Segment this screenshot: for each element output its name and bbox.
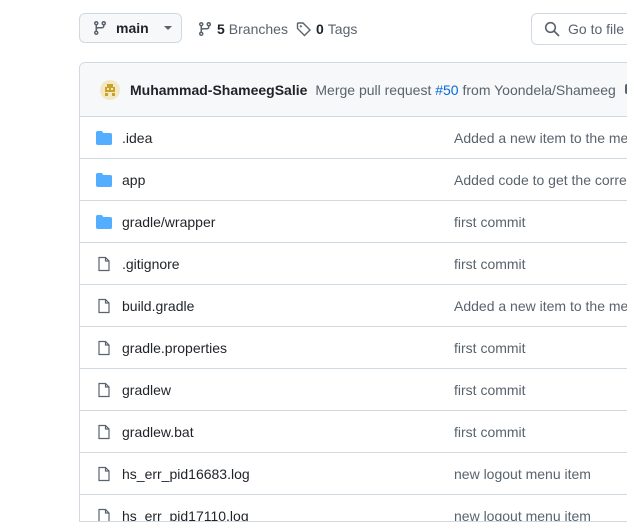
file-row[interactable]: build.gradle Added a new item to the me: [80, 285, 627, 327]
commit-message-link[interactable]: first commit: [454, 214, 526, 230]
file-row[interactable]: hs_err_pid17110.log new logout menu item: [80, 495, 627, 522]
commit-message-link[interactable]: first commit: [454, 424, 526, 440]
go-to-file-input[interactable]: Go to file: [531, 13, 627, 45]
file-name-link[interactable]: gradle.properties: [122, 340, 227, 356]
file-row[interactable]: hs_err_pid16683.log new logout menu item: [80, 453, 627, 495]
commit-message-link[interactable]: new logout menu item: [454, 466, 591, 482]
file-name-link[interactable]: app: [122, 172, 145, 188]
file-row[interactable]: .idea Added a new item to the me: [80, 117, 627, 159]
file-name-link[interactable]: .gitignore: [122, 256, 180, 272]
file-row[interactable]: gradle/wrapper first commit: [80, 201, 627, 243]
folder-icon: [96, 130, 112, 146]
file-row[interactable]: app Added code to get the corre: [80, 159, 627, 201]
file-name-link[interactable]: .idea: [122, 130, 152, 146]
branch-selector-button[interactable]: main: [79, 13, 182, 43]
search-icon: [544, 21, 560, 37]
commit-message[interactable]: Merge pull request #50 from Yoondela/Sha…: [315, 82, 615, 98]
file-icon: [96, 340, 112, 356]
file-name-link[interactable]: hs_err_pid16683.log: [122, 466, 250, 482]
file-row[interactable]: .gitignore first commit: [80, 243, 627, 285]
file-name-link[interactable]: hs_err_pid17110.log: [122, 508, 249, 522]
commit-message-link[interactable]: first commit: [454, 382, 526, 398]
folder-icon: [96, 172, 112, 188]
file-name-link[interactable]: build.gradle: [122, 298, 194, 314]
pull-request-link[interactable]: #50: [435, 82, 458, 98]
file-icon: [96, 256, 112, 272]
tags-label: Tags: [328, 21, 358, 37]
file-icon: [96, 298, 112, 314]
tag-icon: [296, 21, 312, 37]
branches-label: Branches: [229, 21, 288, 37]
commit-message-link[interactable]: Added a new item to the me: [454, 298, 627, 314]
commit-message-link[interactable]: first commit: [454, 256, 526, 272]
branch-name: main: [116, 20, 149, 36]
branches-link[interactable]: 5 Branches: [197, 21, 288, 37]
file-row[interactable]: gradle.properties first commit: [80, 327, 627, 369]
commit-author[interactable]: Muhammad-ShameegSalie: [130, 82, 307, 98]
tags-link[interactable]: 0 Tags: [296, 21, 357, 37]
file-row[interactable]: gradlew first commit: [80, 369, 627, 411]
branches-count: 5: [217, 21, 225, 37]
git-branch-icon: [92, 20, 108, 36]
file-name-link[interactable]: gradlew: [122, 382, 171, 398]
commit-message-suffix: from Yoondela/Shameeg: [462, 82, 615, 98]
commit-message-link[interactable]: first commit: [454, 340, 526, 356]
file-browser: Muhammad-ShameegSalie Merge pull request…: [79, 62, 627, 522]
file-list: .idea Added a new item to the me app Added …: [80, 117, 627, 522]
file-icon: [96, 466, 112, 482]
chevron-down-icon: [163, 23, 173, 33]
go-to-file-placeholder: Go to file: [568, 21, 624, 37]
commit-message-link[interactable]: Added a new item to the me: [454, 130, 627, 146]
file-icon: [96, 382, 112, 398]
git-branch-icon: [197, 21, 213, 37]
file-icon: [96, 508, 112, 522]
file-row[interactable]: gradlew.bat first commit: [80, 411, 627, 453]
tags-count: 0: [316, 21, 324, 37]
latest-commit-bar: Muhammad-ShameegSalie Merge pull request…: [80, 63, 627, 117]
file-name-link[interactable]: gradlew.bat: [122, 424, 194, 440]
avatar[interactable]: [100, 80, 120, 100]
repo-toolbar: main 5 Branches 0 Tags Go to file: [0, 0, 627, 60]
commit-message-link[interactable]: Added code to get the corre: [454, 172, 627, 188]
avatar-identicon: [102, 82, 118, 98]
commit-message-link[interactable]: new logout menu item: [454, 508, 591, 522]
folder-icon: [96, 214, 112, 230]
file-icon: [96, 424, 112, 440]
file-name-link[interactable]: gradle/wrapper: [122, 214, 215, 230]
commit-message-prefix: Merge pull request: [315, 82, 431, 98]
